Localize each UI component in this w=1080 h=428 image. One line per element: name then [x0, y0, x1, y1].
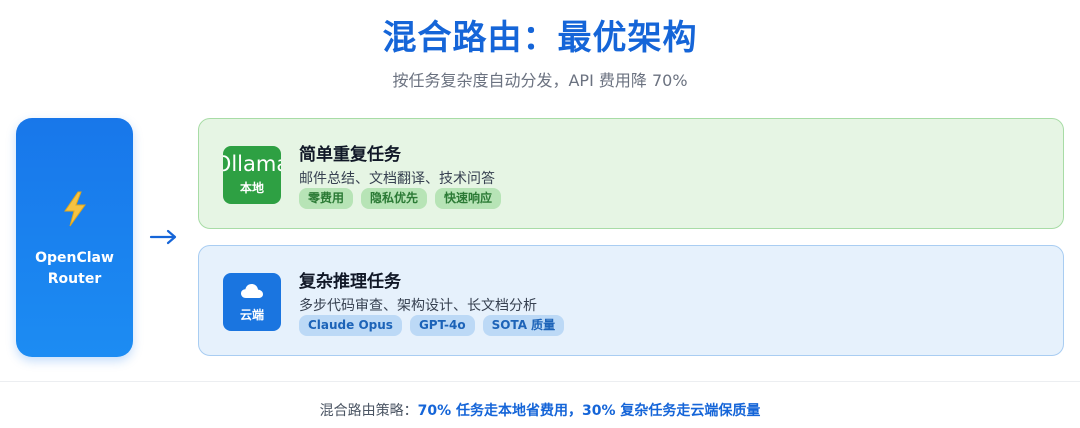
- page-title: 混合路由：最优架构: [382, 18, 698, 58]
- router-name: OpenClaw Router: [16, 248, 133, 290]
- router-box: OpenClaw Router: [16, 118, 133, 357]
- footer-divider: [0, 381, 1080, 382]
- strategy-summary: 混合路由策略：70% 任务走本地省费用，30% 复杂任务走云端保质量: [0, 400, 1080, 420]
- right-arrow-icon: [149, 226, 179, 248]
- tag-sota-quality: SOTA 质量: [482, 315, 565, 336]
- ollama-logo: Ollama: [223, 152, 281, 176]
- cloud-card-title: 复杂推理任务: [299, 272, 401, 292]
- strategy-prefix: 混合路由策略：: [319, 403, 418, 419]
- local-card-description: 邮件总结、文档翻译、技术问答: [299, 171, 495, 187]
- lightning-bolt-icon: [16, 191, 133, 231]
- tag-gpt-4o: GPT-4o: [409, 315, 475, 336]
- cloud-card-description: 多步代码审查、架构设计、长文档分析: [299, 298, 537, 314]
- tag-fast-response: 快速响应: [435, 188, 502, 209]
- local-card-title: 简单重复任务: [299, 145, 401, 165]
- local-badge-label: 本地: [239, 181, 264, 195]
- router-name-line2: Router: [47, 271, 102, 287]
- tag-claude-opus: Claude Opus: [299, 315, 402, 336]
- cloud-badge-label: 云端: [239, 308, 264, 322]
- cloud-badge: 云端: [223, 273, 281, 331]
- cloud-icon: [240, 282, 264, 300]
- router-name-line1: OpenClaw: [35, 250, 114, 266]
- page-subtitle: 按任务复杂度自动分发，API 费用降 70%: [392, 71, 688, 90]
- cloud-route-card: 云端 复杂推理任务 多步代码审查、架构设计、长文档分析 Claude Opus …: [198, 245, 1064, 356]
- cloud-tag-list: Claude Opus GPT-4o SOTA 质量: [299, 315, 565, 336]
- strategy-highlight: 70% 任务走本地省费用，30% 复杂任务走云端保质量: [417, 403, 761, 419]
- local-tag-list: 零费用 隐私优先 快速响应: [299, 188, 502, 209]
- local-badge: Ollama 本地: [223, 146, 281, 204]
- tag-privacy-first: 隐私优先: [361, 188, 428, 209]
- local-route-card: Ollama 本地 简单重复任务 邮件总结、文档翻译、技术问答 零费用 隐私优先…: [198, 118, 1064, 229]
- tag-zero-cost: 零费用: [299, 188, 354, 209]
